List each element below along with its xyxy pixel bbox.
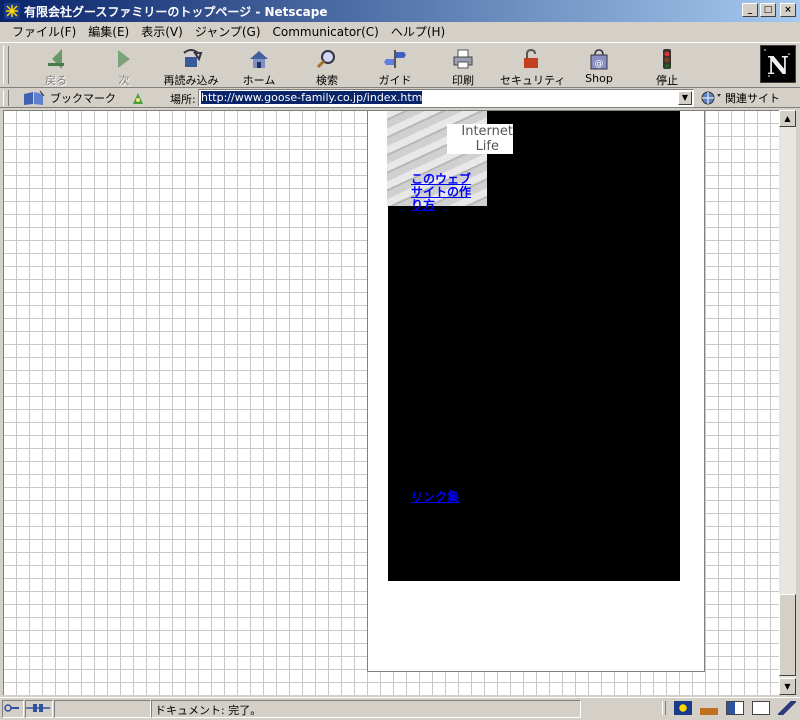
related-sites-icon xyxy=(701,91,721,105)
menu-file[interactable]: ファイル(F) xyxy=(6,23,82,40)
home-button[interactable]: ホーム xyxy=(228,46,290,87)
guide-icon xyxy=(384,50,406,68)
connection-status-cell xyxy=(25,700,53,718)
bookmarks-label: ブックマーク xyxy=(50,92,116,105)
menu-go[interactable]: ジャンプ(G) xyxy=(189,23,267,40)
forward-arrow-icon xyxy=(118,50,130,68)
shop-bag-icon: @ xyxy=(590,49,608,70)
search-icon xyxy=(316,50,335,69)
menu-edit[interactable]: 編集(E) xyxy=(82,23,135,40)
status-message: ドキュメント: 完了。 xyxy=(155,704,262,717)
window-title: 有限会社グースファミリーのトップページ - Netscape xyxy=(24,4,328,19)
menu-bar: ファイル(F) 編集(E) 表示(V) ジャンプ(G) Communicator… xyxy=(0,22,800,41)
bookmarks-button[interactable]: ブックマーク xyxy=(22,89,146,107)
toolbar-grip[interactable] xyxy=(3,46,9,84)
location-toolbar-grip[interactable] xyxy=(3,90,9,106)
link-links-collection[interactable]: リンク集 xyxy=(411,488,459,505)
maximize-button[interactable]: □ xyxy=(760,3,776,17)
svg-text:N: N xyxy=(767,51,789,80)
svg-text:@: @ xyxy=(595,59,604,69)
shop-button[interactable]: @ Shop xyxy=(568,46,630,86)
scroll-down-button[interactable]: ▼ xyxy=(779,678,796,695)
forward-button[interactable]: 次 xyxy=(93,46,155,87)
security-button[interactable]: セキュリティ xyxy=(500,46,565,87)
page-proxy-icon[interactable] xyxy=(130,90,146,106)
reload-icon xyxy=(183,49,203,67)
close-button[interactable]: × xyxy=(780,3,796,17)
discussion-icon[interactable] xyxy=(726,701,744,715)
reload-button[interactable]: 再読み込み xyxy=(160,46,222,87)
related-sites-button[interactable]: 関連サイト xyxy=(700,89,780,107)
connection-plug-icon xyxy=(26,704,50,712)
print-button[interactable]: 印刷 xyxy=(432,46,494,87)
url-text: http://www.goose-family.co.jp/index.htm xyxy=(201,91,423,104)
scroll-thumb[interactable] xyxy=(779,594,796,676)
security-lock-icon xyxy=(524,48,538,68)
progress-cell xyxy=(54,700,151,718)
netscape-app-icon xyxy=(4,3,20,19)
menu-help[interactable]: ヘルプ(H) xyxy=(385,23,451,40)
menu-view[interactable]: 表示(V) xyxy=(135,23,189,40)
stop-icon xyxy=(663,49,671,69)
link-site-making[interactable]: このウェブサイトの作り方 xyxy=(411,173,481,212)
stop-button[interactable]: 停止 xyxy=(636,46,698,87)
security-status-cell[interactable] xyxy=(2,700,24,718)
minimize-button[interactable]: _ xyxy=(742,3,758,17)
unlocked-key-icon xyxy=(4,704,19,712)
title-bar[interactable]: 有限会社グースファミリーのトップページ - Netscape _ □ × xyxy=(0,0,800,22)
netscape-throbber-logo[interactable]: N xyxy=(760,45,796,83)
component-bar-grip-icon[interactable] xyxy=(662,701,666,715)
status-bar: ドキュメント: 完了。 xyxy=(0,697,800,720)
url-dropdown-button[interactable]: ▼ xyxy=(678,91,692,105)
bookmarks-book-icon xyxy=(24,90,45,105)
back-arrow-icon xyxy=(48,49,64,69)
scroll-up-button[interactable]: ▲ xyxy=(779,110,796,127)
print-icon xyxy=(453,49,473,69)
netscape-n-icon: N xyxy=(761,46,795,82)
internet-life-logo-text: Internet Life xyxy=(447,124,513,154)
url-input[interactable]: http://www.goose-family.co.jp/index.htm xyxy=(198,89,694,107)
component-bar xyxy=(662,701,796,715)
search-button[interactable]: 検索 xyxy=(296,46,358,87)
menu-communicator[interactable]: Communicator(C) xyxy=(267,25,385,39)
navigator-icon[interactable] xyxy=(674,701,692,715)
location-toolbar: ブックマーク 場所: http://www.goose-family.co.jp… xyxy=(0,88,800,108)
mailbox-icon[interactable] xyxy=(700,701,718,715)
edit-pen-icon[interactable] xyxy=(778,701,796,715)
guide-button[interactable]: ガイド xyxy=(364,46,426,87)
location-label: 場所: xyxy=(170,93,196,106)
related-sites-label: 関連サイト xyxy=(725,92,780,105)
composer-icon[interactable] xyxy=(752,701,770,715)
back-button[interactable]: 戻る xyxy=(25,46,87,87)
navigation-toolbar: 戻る 次 再読み込み ホーム 検索 ガイド 印刷 セキュリティ @ Shop 停… xyxy=(0,42,800,88)
page-content-area[interactable]: Internet Life このウェブサイトの作り方 リンク集 xyxy=(3,110,779,695)
vertical-scrollbar[interactable]: ▲ ▼ xyxy=(779,110,796,695)
home-icon xyxy=(250,51,268,68)
